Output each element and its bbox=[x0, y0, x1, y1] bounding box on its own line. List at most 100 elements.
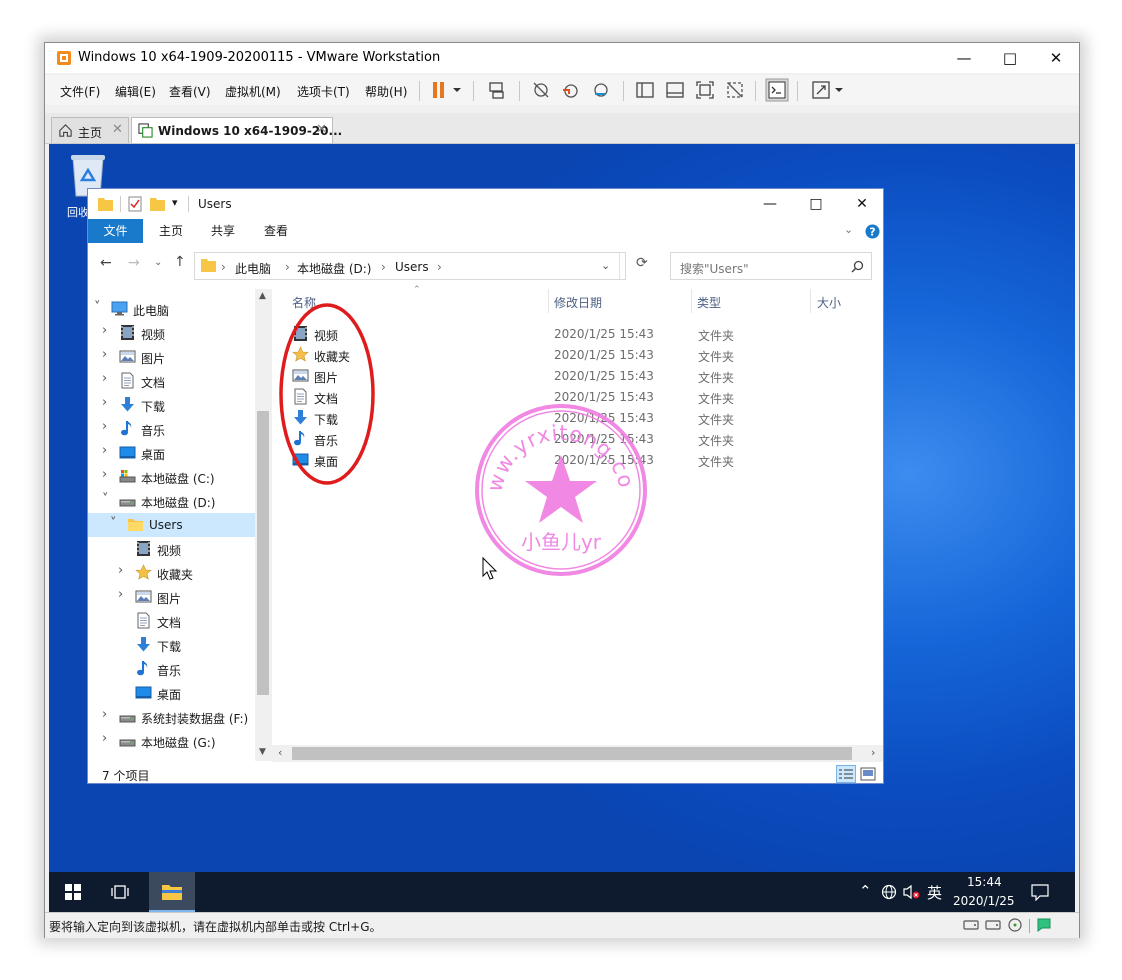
stretch-guest-icon[interactable] bbox=[811, 80, 831, 100]
action-center-icon[interactable] bbox=[1031, 883, 1049, 901]
file-row[interactable]: 收藏夹 2020/1/25 15:43 文件夹 bbox=[288, 344, 748, 365]
explorer-minimize-button[interactable]: — bbox=[747, 189, 793, 219]
expand-chevron-icon[interactable]: › bbox=[102, 707, 107, 722]
help-icon[interactable]: ? bbox=[865, 224, 880, 239]
console-view-icon[interactable] bbox=[765, 78, 789, 102]
full-screen-icon[interactable] bbox=[695, 80, 715, 100]
file-row[interactable]: 文档 2020/1/25 15:43 文件夹 bbox=[288, 386, 748, 407]
volume-muted-icon[interactable] bbox=[903, 884, 921, 900]
qat-dropdown-icon[interactable]: ▾ bbox=[172, 196, 178, 209]
address-history-dropdown-icon[interactable]: ⌄ bbox=[601, 259, 610, 272]
expand-chevron-icon[interactable]: › bbox=[102, 395, 107, 410]
nav-item[interactable]: 下载 bbox=[88, 633, 255, 657]
minimize-button[interactable]: — bbox=[941, 43, 987, 73]
file-row[interactable]: 桌面 2020/1/25 15:43 文件夹 bbox=[288, 449, 748, 470]
expand-chevron-icon[interactable]: › bbox=[102, 443, 107, 458]
search-icon[interactable] bbox=[851, 260, 864, 273]
pause-dropdown-icon[interactable] bbox=[451, 80, 463, 100]
file-row[interactable]: 音乐 2020/1/25 15:43 文件夹 bbox=[288, 428, 748, 449]
nav-item[interactable]: 文档 bbox=[88, 609, 255, 633]
horizontal-scrollbar[interactable]: ‹ › bbox=[272, 745, 883, 762]
explorer-close-button[interactable]: ✕ bbox=[839, 189, 885, 219]
revert-snapshot-icon[interactable] bbox=[561, 80, 581, 100]
expand-chevron-icon[interactable]: › bbox=[118, 563, 123, 578]
breadcrumb-chevron-icon[interactable]: › bbox=[437, 260, 442, 274]
ribbon-tab-view[interactable]: 查看 bbox=[250, 219, 302, 243]
explorer-maximize-button[interactable]: □ bbox=[793, 189, 839, 219]
menu-edit[interactable]: 编辑(E) bbox=[115, 83, 156, 100]
network-icon[interactable] bbox=[881, 884, 897, 900]
column-header-type[interactable]: 类型 bbox=[697, 294, 721, 311]
breadcrumb-chevron-icon[interactable]: › bbox=[285, 260, 290, 274]
nav-item[interactable]: ˅ Users bbox=[88, 513, 255, 537]
breadcrumb-this-pc[interactable]: 此电脑 bbox=[235, 260, 271, 277]
up-button[interactable]: ↑ bbox=[174, 254, 186, 270]
column-header-date[interactable]: 修改日期 bbox=[554, 294, 602, 311]
send-ctrl-alt-del-icon[interactable] bbox=[487, 80, 507, 100]
file-row[interactable]: 视频 2020/1/25 15:43 文件夹 bbox=[288, 323, 748, 344]
ribbon-tab-share[interactable]: 共享 bbox=[197, 219, 249, 243]
nav-item[interactable]: 桌面 bbox=[88, 681, 255, 705]
properties-icon[interactable] bbox=[128, 196, 142, 212]
cd-rom-status-icon[interactable] bbox=[1007, 918, 1023, 932]
hard-disk-status-icon[interactable] bbox=[963, 918, 979, 932]
breadcrumb-chevron-icon[interactable]: › bbox=[381, 260, 386, 274]
breadcrumb-users[interactable]: Users bbox=[395, 260, 429, 274]
nav-item[interactable]: › 下载 bbox=[88, 393, 255, 417]
new-folder-icon[interactable] bbox=[150, 197, 165, 211]
tab-vm[interactable]: Windows 10 x64-1909-20... ✕ bbox=[131, 117, 342, 143]
nav-item[interactable]: › 桌面 bbox=[88, 441, 255, 465]
nav-scroll-down-icon[interactable]: ▼ bbox=[259, 747, 266, 757]
file-row[interactable]: 图片 2020/1/25 15:43 文件夹 bbox=[288, 365, 748, 386]
scroll-left-icon[interactable]: ‹ bbox=[278, 746, 282, 759]
forward-button[interactable]: → bbox=[128, 255, 140, 271]
expand-chevron-icon[interactable]: › bbox=[102, 731, 107, 746]
nav-item[interactable]: › 本地磁盘 (G:) bbox=[88, 729, 255, 753]
details-view-icon[interactable] bbox=[836, 765, 856, 783]
clock-time[interactable]: 15:44 bbox=[967, 875, 1002, 889]
nav-item[interactable]: › 文档 bbox=[88, 369, 255, 393]
expand-chevron-icon[interactable]: › bbox=[118, 587, 123, 602]
snapshot-disabled-icon[interactable] bbox=[531, 80, 551, 100]
expand-chevron-icon[interactable]: › bbox=[102, 419, 107, 434]
nav-item[interactable]: › 图片 bbox=[88, 585, 255, 609]
menu-tabs[interactable]: 选项卡(T) bbox=[297, 83, 350, 100]
expand-chevron-icon[interactable]: › bbox=[102, 467, 107, 482]
address-box[interactable]: › 此电脑 › 本地磁盘 (D:) › Users › ⌄ bbox=[194, 252, 626, 280]
expand-chevron-icon[interactable]: › bbox=[102, 323, 107, 338]
stretch-dropdown-icon[interactable] bbox=[833, 80, 845, 100]
navigation-scrollbar[interactable]: ▲ ▼ bbox=[255, 289, 272, 761]
menu-view[interactable]: 查看(V) bbox=[169, 83, 211, 100]
collapse-chevron-icon[interactable]: ˅ bbox=[94, 300, 101, 315]
nav-item[interactable]: 音乐 bbox=[88, 657, 255, 681]
tab-home[interactable]: 主页 ✕ bbox=[51, 117, 129, 143]
ribbon-tab-file[interactable]: 文件 bbox=[88, 219, 143, 243]
ribbon-tab-home[interactable]: 主页 bbox=[145, 219, 197, 243]
nav-item[interactable]: 视频 bbox=[88, 537, 255, 561]
task-view-icon[interactable] bbox=[111, 883, 129, 901]
menu-vm[interactable]: 虚拟机(M) bbox=[225, 83, 281, 100]
nav-item[interactable]: › 收藏夹 bbox=[88, 561, 255, 585]
nav-item[interactable]: › 本地磁盘 (C:) bbox=[88, 465, 255, 489]
ime-indicator[interactable]: 英 bbox=[927, 882, 942, 903]
breadcrumb-chevron-icon[interactable]: › bbox=[221, 260, 226, 274]
pause-icon[interactable] bbox=[429, 80, 449, 100]
nav-item[interactable]: › 系统封装数据盘 (F:) bbox=[88, 705, 255, 729]
tab-vm-close-icon[interactable]: ✕ bbox=[316, 122, 327, 137]
breadcrumb-drive-d[interactable]: 本地磁盘 (D:) bbox=[297, 260, 371, 277]
unity-icon[interactable] bbox=[725, 80, 745, 100]
column-header-size[interactable]: 大小 bbox=[817, 294, 841, 311]
hard-disk-2-status-icon[interactable] bbox=[985, 918, 1001, 932]
large-icons-view-icon[interactable] bbox=[860, 766, 876, 782]
show-hidden-icons-icon[interactable]: ⌃ bbox=[859, 882, 872, 900]
recent-locations-icon[interactable]: ⌄ bbox=[154, 257, 162, 268]
nav-scroll-up-icon[interactable]: ▲ bbox=[259, 291, 266, 301]
search-input[interactable]: 搜索"Users" bbox=[670, 252, 872, 280]
file-row[interactable]: 下载 2020/1/25 15:43 文件夹 bbox=[288, 407, 748, 428]
horizontal-scroll-thumb[interactable] bbox=[292, 747, 852, 760]
expand-chevron-icon[interactable]: › bbox=[102, 371, 107, 386]
nav-item[interactable]: ˅ 此电脑 bbox=[88, 297, 255, 321]
message-log-icon[interactable] bbox=[1037, 918, 1051, 932]
expand-chevron-icon[interactable]: › bbox=[102, 347, 107, 362]
nav-item[interactable]: › 视频 bbox=[88, 321, 255, 345]
